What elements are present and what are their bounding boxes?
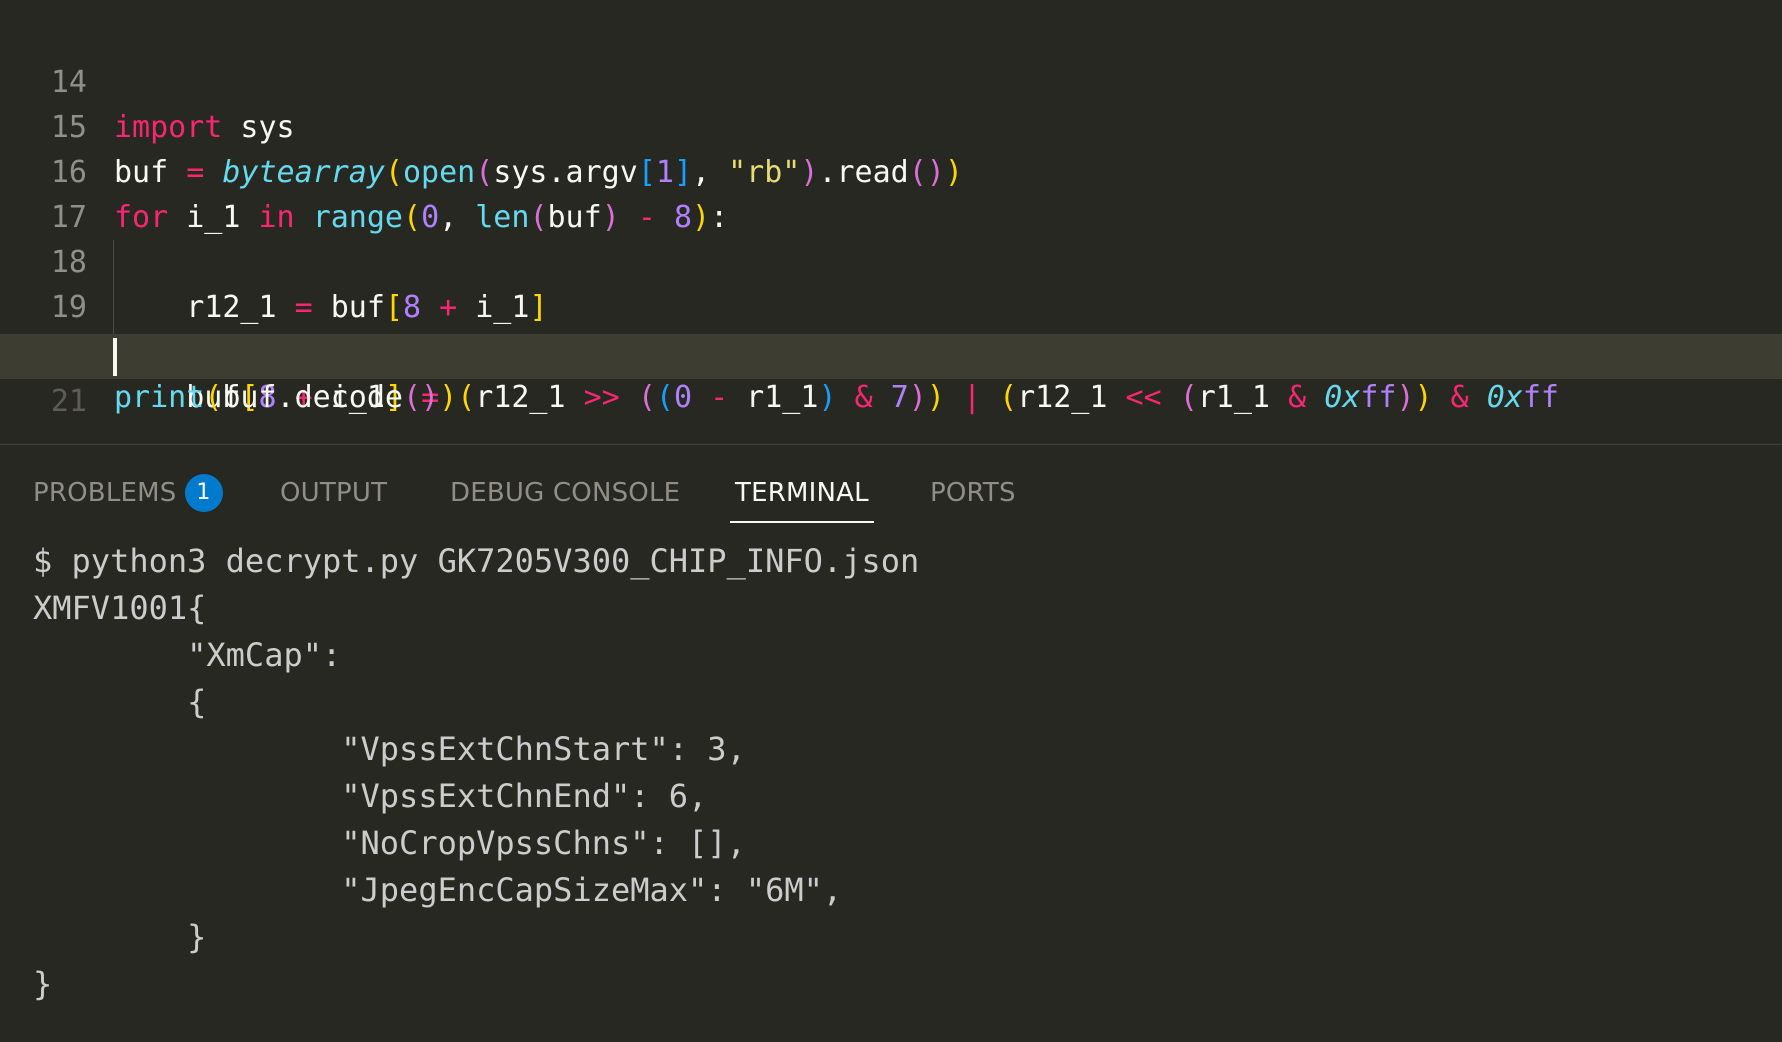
terminal-line: "XmCap": xyxy=(33,636,342,674)
terminal-line: $ python3 decrypt.py GK7205V300_CHIP_INF… xyxy=(33,542,920,580)
panel-tab-bar: PROBLEMS 1 OUTPUT DEBUG CONSOLE TERMINAL … xyxy=(0,445,1782,530)
problems-count-badge: 1 xyxy=(184,474,223,512)
code-editor[interactable]: 14 import sys 15 buf = bytearray(open(sy… xyxy=(0,0,1782,444)
terminal-line: "JpegEncCapSizeMax": "6M", xyxy=(33,871,843,909)
code-text: print(buf.decode()) xyxy=(114,380,458,415)
code-line[interactable]: 14 import sys xyxy=(0,15,1782,145)
terminal-line: "NoCropVpssChns": [], xyxy=(33,824,746,862)
tab-output[interactable]: OUTPUT xyxy=(280,471,387,521)
terminal-line: } xyxy=(33,965,53,1003)
terminal-line: } xyxy=(33,918,207,956)
text-cursor xyxy=(113,338,117,376)
code-line[interactable]: 16 for i_1 in range(0, len(buf) - 8): xyxy=(0,105,1782,235)
code-line[interactable]: 18 r1_1 = (i_1 + 1) & 7 xyxy=(0,195,1782,370)
terminal-line: { xyxy=(33,683,207,721)
code-line-current[interactable]: 21 xyxy=(0,334,1782,419)
code-line[interactable]: 20 print(buf.decode()) xyxy=(0,285,1782,415)
tab-label: TERMINAL xyxy=(735,478,869,508)
tab-label: OUTPUT xyxy=(280,478,388,508)
vscode-window: 14 import sys 15 buf = bytearray(open(sy… xyxy=(0,0,1782,1042)
tab-label: PORTS xyxy=(930,478,1016,508)
tab-label: PROBLEMS xyxy=(33,478,177,508)
tab-terminal[interactable]: TERMINAL xyxy=(730,471,874,523)
terminal-line: "VpssExtChnEnd": 6, xyxy=(33,777,708,815)
terminal-line: XMFV1001{ xyxy=(33,589,207,627)
code-line[interactable]: 15 buf = bytearray(open(sys.argv[1], "rb… xyxy=(0,60,1782,190)
tab-label: DEBUG CONSOLE xyxy=(450,478,681,508)
tab-problems[interactable]: PROBLEMS 1 xyxy=(33,471,223,521)
code-line[interactable]: 19 buf[8 + i_1] = (r12_1 >> ((0 - r1_1) … xyxy=(0,240,1782,415)
terminal-output[interactable]: $ python3 decrypt.py GK7205V300_CHIP_INF… xyxy=(33,538,1753,1018)
tab-debug-console[interactable]: DEBUG CONSOLE xyxy=(450,471,680,521)
code-line[interactable]: 17 r12_1 = buf[8 + i_1] xyxy=(0,150,1782,325)
terminal-line: "VpssExtChnStart": 3, xyxy=(33,730,746,768)
line-number: 21 xyxy=(50,384,87,419)
tab-ports[interactable]: PORTS xyxy=(930,471,1016,521)
